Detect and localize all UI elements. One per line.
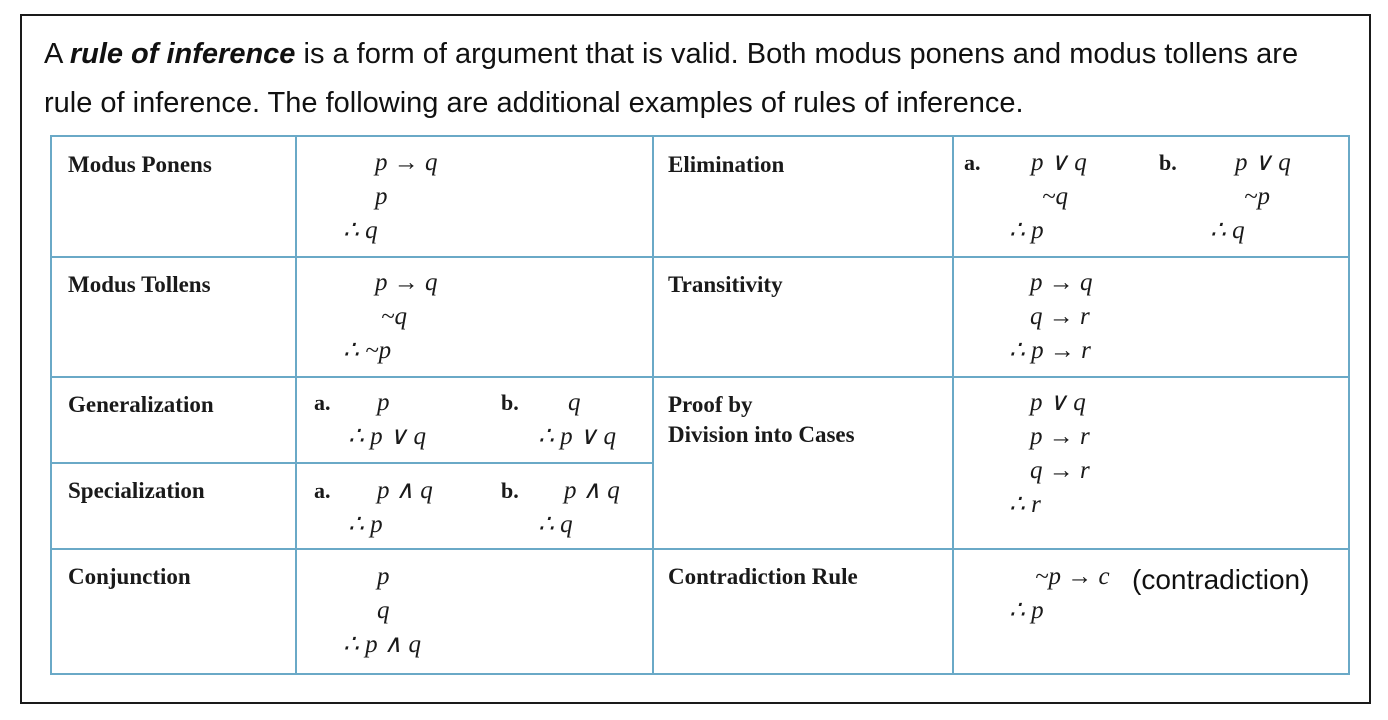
rule-name-elimination: Elimination xyxy=(668,152,785,177)
rules-table: Modus Ponens p → q p ∴ q Elimination a. … xyxy=(50,135,1350,675)
case-label: b. xyxy=(1159,150,1177,175)
table-divider xyxy=(52,376,1348,378)
table-divider xyxy=(295,137,297,673)
case-label: a. xyxy=(314,478,331,503)
rule-name-modus-tollens: Modus Tollens xyxy=(68,272,211,297)
conclusion-line: ∴ q xyxy=(1210,217,1245,244)
rule-name-conjunction: Conjunction xyxy=(68,564,191,589)
premise-line: p → q xyxy=(375,269,438,296)
premise-line: q → r xyxy=(1030,303,1090,330)
conclusion-line: ∴ p ∨ q xyxy=(538,423,616,450)
rule-name-generalization: Generalization xyxy=(68,392,214,417)
rule-name-specialization: Specialization xyxy=(68,478,205,503)
premise-line: p → q xyxy=(1030,269,1093,296)
case-label: a. xyxy=(964,150,981,175)
premise-line: ~p xyxy=(1244,183,1271,210)
conclusion-line: ∴ p xyxy=(1009,217,1044,244)
table-divider xyxy=(652,137,654,673)
premise-line: p xyxy=(377,389,390,416)
conclusion-line: ∴ p ∧ q xyxy=(343,631,421,658)
rule-name-proof-by-cases-line2: Division into Cases xyxy=(668,422,855,447)
rule-name-proof-by-cases-line1: Proof by xyxy=(668,392,753,417)
premise-line: ~q xyxy=(381,303,408,330)
table-divider xyxy=(52,548,1348,550)
table-divider xyxy=(52,462,653,464)
case-label: a. xyxy=(314,390,331,415)
premise-line: q → r xyxy=(1030,457,1090,484)
content-frame: A rule of inference is a form of argumen… xyxy=(20,14,1371,704)
premise-line: p ∧ q xyxy=(377,477,433,504)
conclusion-line: ∴ p ∨ q xyxy=(348,423,426,450)
conclusion-line: ∴ q xyxy=(343,217,378,244)
premise-line: p ∧ q xyxy=(564,477,620,504)
case-label: b. xyxy=(501,478,519,503)
conclusion-line: ∴ p xyxy=(1009,597,1044,624)
premise-line: p → q xyxy=(375,149,438,176)
rule-name-contradiction: Contradiction Rule xyxy=(668,564,858,589)
conclusion-line: ∴ r xyxy=(1009,491,1041,518)
premise-line: p xyxy=(375,183,388,210)
premise-line: p ∨ q xyxy=(1031,149,1087,176)
conclusion-line: ∴ ~p xyxy=(343,337,392,364)
table-divider xyxy=(952,137,954,673)
rule-name-modus-ponens: Modus Ponens xyxy=(68,152,212,177)
premise-line: p ∨ q xyxy=(1030,389,1086,416)
premise-line: ~p → c xyxy=(1035,563,1110,590)
intro-paragraph: A rule of inference is a form of argumen… xyxy=(44,30,1354,128)
rule-name-transitivity: Transitivity xyxy=(668,272,783,297)
premise-line: ~q xyxy=(1042,183,1069,210)
conclusion-line: ∴ q xyxy=(538,511,573,538)
table-divider xyxy=(52,256,1348,258)
premise-line: p ∨ q xyxy=(1235,149,1291,176)
premise-line: q xyxy=(568,389,581,416)
premise-line: q xyxy=(377,597,390,624)
conclusion-line: ∴ p xyxy=(348,511,383,538)
premise-line: p xyxy=(377,563,390,590)
intro-term: rule of inference xyxy=(69,38,296,70)
intro-prefix: A xyxy=(44,38,70,70)
contradiction-note: (contradiction) xyxy=(1132,564,1310,595)
conclusion-line: ∴ p → r xyxy=(1009,337,1091,364)
premise-line: p → r xyxy=(1030,423,1090,450)
case-label: b. xyxy=(501,390,519,415)
